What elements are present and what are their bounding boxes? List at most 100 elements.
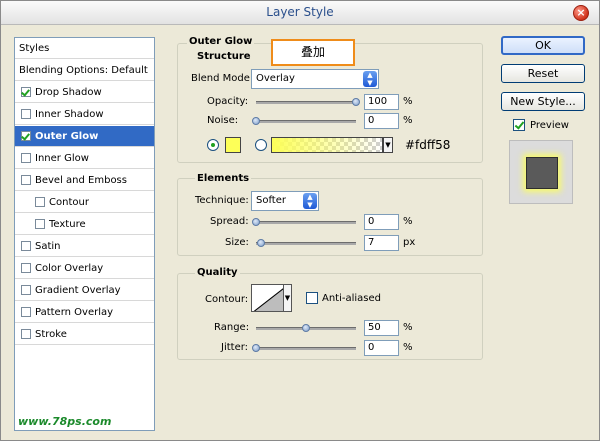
preview-checkbox[interactable] bbox=[513, 119, 525, 131]
title-bar: Layer Style × bbox=[1, 1, 599, 25]
style-item-label: Inner Glow bbox=[35, 153, 89, 164]
style-item-label: Styles bbox=[19, 43, 50, 54]
gradient-dropdown-icon[interactable]: ▼ bbox=[383, 137, 393, 153]
elements-title: Elements bbox=[195, 173, 252, 184]
style-item-label: Contour bbox=[49, 197, 89, 208]
size-label: Size: bbox=[225, 237, 249, 248]
style-item-color-overlay[interactable]: Color Overlay bbox=[15, 258, 154, 279]
blend-mode-value: Overlay bbox=[256, 73, 295, 84]
style-item-blending-options-default[interactable]: Blending Options: Default bbox=[15, 60, 154, 81]
style-item-inner-glow[interactable]: Inner Glow bbox=[15, 148, 154, 169]
style-item-inner-shadow[interactable]: Inner Shadow bbox=[15, 104, 154, 125]
glow-color-swatch[interactable] bbox=[225, 137, 241, 153]
contour-dropdown-icon[interactable]: ▼ bbox=[283, 284, 292, 312]
layer-style-dialog: Layer Style × Styles Blending Options: De… bbox=[0, 0, 600, 441]
contour-picker[interactable] bbox=[251, 284, 287, 312]
style-item-checkbox[interactable] bbox=[21, 241, 31, 251]
preview-label: Preview bbox=[530, 120, 569, 131]
style-item-label: Satin bbox=[35, 241, 61, 252]
size-input[interactable]: 7 bbox=[364, 235, 399, 251]
style-item-pattern-overlay[interactable]: Pattern Overlay bbox=[15, 302, 154, 323]
jitter-slider[interactable] bbox=[252, 344, 356, 352]
style-item-label: Gradient Overlay bbox=[35, 285, 121, 296]
anti-aliased-label: Anti-aliased bbox=[322, 293, 382, 304]
opacity-slider[interactable] bbox=[256, 98, 360, 106]
spread-unit: % bbox=[403, 216, 413, 227]
spread-label: Spread: bbox=[210, 216, 249, 227]
style-item-satin[interactable]: Satin bbox=[15, 236, 154, 257]
style-item-checkbox[interactable] bbox=[21, 285, 31, 295]
ok-button[interactable]: OK bbox=[501, 36, 585, 55]
style-item-checkbox[interactable] bbox=[21, 131, 31, 141]
jitter-unit: % bbox=[403, 342, 413, 353]
opacity-input[interactable]: 100 bbox=[364, 94, 399, 110]
style-item-label: Blending Options: Default bbox=[19, 65, 148, 76]
glow-color-hex: #fdff58 bbox=[405, 138, 451, 152]
style-item-label: Outer Glow bbox=[35, 131, 99, 142]
blend-mode-select[interactable]: Overlay ▲ ▼ bbox=[251, 69, 379, 89]
section-title: Outer Glow bbox=[187, 36, 255, 47]
technique-label: Technique: bbox=[195, 195, 249, 206]
close-icon[interactable]: × bbox=[573, 5, 589, 21]
gradient-radio[interactable] bbox=[255, 139, 267, 151]
opacity-unit: % bbox=[403, 96, 413, 107]
style-item-checkbox[interactable] bbox=[21, 153, 31, 163]
style-item-label: Pattern Overlay bbox=[35, 307, 114, 318]
style-item-checkbox[interactable] bbox=[21, 307, 31, 317]
new-style-button[interactable]: New Style... bbox=[501, 92, 585, 111]
spread-slider-thumb[interactable] bbox=[252, 218, 260, 226]
noise-input[interactable]: 0 bbox=[364, 113, 399, 129]
style-item-styles[interactable]: Styles bbox=[15, 38, 154, 59]
jitter-slider-thumb[interactable] bbox=[252, 344, 260, 352]
style-item-drop-shadow[interactable]: Drop Shadow bbox=[15, 82, 154, 103]
annotation-callout: 叠加 bbox=[271, 39, 355, 66]
size-unit: px bbox=[403, 237, 416, 248]
range-input[interactable]: 50 bbox=[364, 320, 399, 336]
size-slider[interactable] bbox=[256, 239, 356, 247]
style-item-checkbox[interactable] bbox=[21, 175, 31, 185]
contour-label: Contour: bbox=[205, 294, 249, 305]
range-slider[interactable] bbox=[256, 324, 356, 332]
style-item-label: Color Overlay bbox=[35, 263, 104, 274]
watermark-logo: www.78ps.com bbox=[18, 415, 112, 428]
structure-title: Structure bbox=[195, 51, 253, 62]
style-item-bevel-and-emboss[interactable]: Bevel and Emboss bbox=[15, 170, 154, 191]
style-item-checkbox[interactable] bbox=[35, 219, 45, 229]
jitter-input[interactable]: 0 bbox=[364, 340, 399, 356]
noise-label: Noise: bbox=[207, 115, 239, 126]
style-item-label: Drop Shadow bbox=[35, 87, 102, 98]
range-slider-thumb[interactable] bbox=[302, 324, 310, 332]
style-item-checkbox[interactable] bbox=[21, 109, 31, 119]
spread-input[interactable]: 0 bbox=[364, 214, 399, 230]
style-item-outer-glow[interactable]: Outer Glow bbox=[15, 126, 154, 147]
opacity-slider-thumb[interactable] bbox=[352, 98, 360, 106]
style-item-label: Bevel and Emboss bbox=[35, 175, 127, 186]
noise-slider-thumb[interactable] bbox=[252, 117, 260, 125]
style-item-stroke[interactable]: Stroke bbox=[15, 324, 154, 345]
style-item-label: Stroke bbox=[35, 329, 67, 340]
style-item-gradient-overlay[interactable]: Gradient Overlay bbox=[15, 280, 154, 301]
technique-value: Softer bbox=[256, 195, 286, 206]
opacity-label: Opacity: bbox=[207, 96, 249, 107]
anti-aliased-checkbox[interactable] bbox=[306, 292, 318, 304]
reset-button[interactable]: Reset bbox=[501, 64, 585, 83]
solid-color-radio[interactable] bbox=[207, 139, 219, 151]
style-item-checkbox[interactable] bbox=[21, 329, 31, 339]
jitter-label: Jitter: bbox=[221, 342, 249, 353]
style-item-checkbox[interactable] bbox=[21, 87, 31, 97]
quality-title: Quality bbox=[195, 267, 240, 278]
noise-slider[interactable] bbox=[252, 117, 356, 125]
technique-select[interactable]: Softer ▲ ▼ bbox=[251, 191, 319, 211]
spread-slider[interactable] bbox=[252, 218, 356, 226]
size-slider-thumb[interactable] bbox=[257, 239, 265, 247]
range-label: Range: bbox=[214, 322, 250, 333]
preview-square bbox=[526, 157, 558, 189]
style-item-contour[interactable]: Contour bbox=[15, 192, 154, 213]
style-item-label: Inner Shadow bbox=[35, 109, 104, 120]
select-arrows-icon: ▲ ▼ bbox=[303, 193, 317, 209]
style-item-checkbox[interactable] bbox=[21, 263, 31, 273]
style-item-checkbox[interactable] bbox=[35, 197, 45, 207]
style-item-texture[interactable]: Texture bbox=[15, 214, 154, 235]
glow-gradient-bar[interactable] bbox=[271, 137, 383, 153]
dialog-title: Layer Style bbox=[266, 5, 334, 19]
